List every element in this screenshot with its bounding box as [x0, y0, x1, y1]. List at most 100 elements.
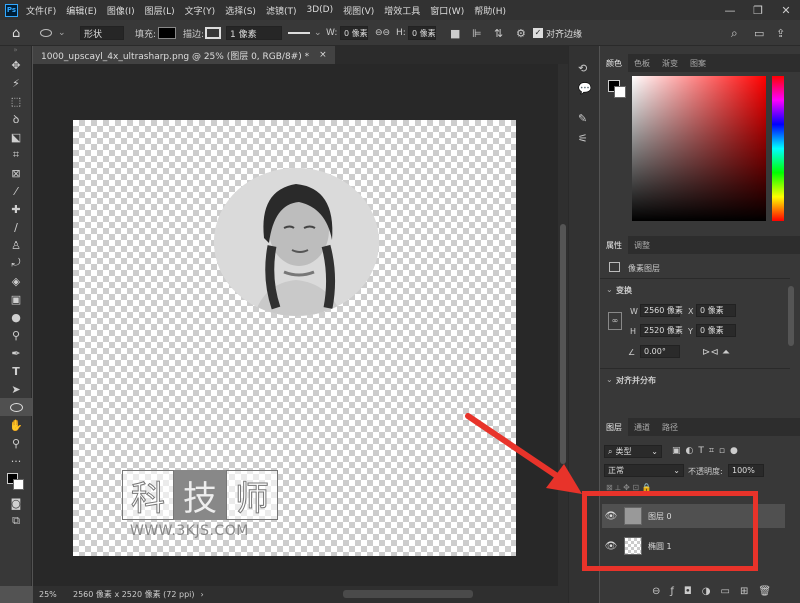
eraser-tool-icon[interactable]: ◈ — [0, 272, 32, 290]
history-brush-tool-icon[interactable]: ⤾ — [0, 254, 32, 272]
stroke-type-select[interactable]: ⌄ — [288, 25, 322, 41]
menu-help[interactable]: 帮助(H) — [474, 4, 506, 17]
color-picker-field[interactable] — [632, 76, 766, 221]
share-icon[interactable]: ⇪ — [776, 25, 785, 41]
ellipse-tool-icon[interactable] — [0, 398, 32, 416]
gradient-tool-icon[interactable]: ▣ — [0, 290, 32, 308]
link-dimensions-icon[interactable]: ∞ — [608, 312, 622, 330]
pixel-layer-icon — [609, 262, 620, 272]
layer-y-input[interactable]: 0 像素 — [696, 324, 736, 337]
screen-mode-icon[interactable]: ⧉ — [0, 512, 32, 530]
menu-select[interactable]: 选择(S) — [225, 4, 256, 17]
tab-gradients[interactable]: 渐变 — [656, 54, 684, 72]
toolbar-collapse-icon[interactable]: » — [0, 46, 31, 56]
width-label: W: — [326, 28, 338, 38]
path-alignment-icon[interactable]: ⊫ — [472, 25, 482, 41]
layer-width-input[interactable]: 2560 像素 — [640, 304, 683, 317]
ellipse-tool-preset[interactable]: ⌄ — [40, 25, 66, 41]
type-tool-icon[interactable]: T — [0, 362, 32, 380]
hue-slider[interactable] — [772, 76, 784, 221]
close-tab-icon[interactable]: × — [319, 50, 327, 60]
stroke-swatch[interactable] — [205, 25, 221, 41]
move-tool-icon[interactable]: ✥ — [0, 56, 32, 74]
menu-plugins[interactable]: 增效工具 — [384, 4, 420, 17]
brush-settings-icon[interactable]: ✎ — [578, 112, 587, 125]
adjust-icon[interactable]: ⚟ — [578, 132, 588, 145]
tab-color[interactable]: 颜色 — [600, 54, 628, 72]
more-tools-icon[interactable]: ··· — [0, 452, 32, 470]
blend-mode-select[interactable]: 正常 ⌄ — [604, 464, 684, 477]
document-tab[interactable]: 1000_upscayl_4x_ultrasharp.png @ 25% (图层… — [33, 46, 335, 64]
menu-image[interactable]: 图像(I) — [107, 4, 135, 17]
dodge-tool-icon[interactable]: ⚲ — [0, 326, 32, 344]
layer-x-input[interactable]: 0 像素 — [696, 304, 736, 317]
marquee-tool-icon[interactable]: ⬚ — [0, 92, 32, 110]
frame-tool-icon[interactable]: ⊠ — [0, 164, 32, 182]
menu-filter[interactable]: 滤镜(T) — [266, 4, 297, 17]
layer-actions-bar[interactable]: ⊖ƒ◘◑▭⊞🗑 — [652, 586, 781, 597]
align-edges-checkbox[interactable]: ✓ 对齐边缘 — [533, 25, 582, 41]
opacity-input[interactable]: 100% — [728, 464, 764, 477]
angle-input[interactable]: 0.00° — [640, 345, 680, 358]
flip-horizontal-icon[interactable]: ⊳⊲ — [702, 347, 719, 358]
magic-wand-tool-icon[interactable]: ⚡ — [0, 74, 32, 92]
brush-tool-icon[interactable]: ∕ — [0, 218, 32, 236]
layer-filter-icons[interactable]: ▣◐T⌗▫● — [672, 446, 743, 456]
fill-swatch[interactable] — [158, 25, 176, 41]
stamp-tool-icon[interactable]: ♙ — [0, 236, 32, 254]
tool-mode-select[interactable]: 形状 — [80, 26, 124, 40]
eyedropper-tool-icon[interactable]: ⁄ — [0, 182, 32, 200]
chevron-down-icon[interactable]: ⌄ — [606, 285, 613, 294]
zoom-level[interactable]: 25% — [39, 590, 67, 599]
stroke-width-input[interactable]: 1 像素 — [226, 26, 282, 40]
minimize-button[interactable]: — — [716, 0, 744, 20]
tab-swatches[interactable]: 色板 — [628, 54, 656, 72]
close-window-button[interactable]: ✕ — [772, 0, 800, 20]
tab-adjustments[interactable]: 调整 — [628, 236, 656, 254]
layer-height-input[interactable]: 2520 像素 — [640, 324, 683, 337]
maximize-button[interactable]: ❐ — [744, 0, 772, 20]
crop-tool-icon[interactable]: ⌗ — [0, 146, 32, 164]
layer-filter-select[interactable]: ⌕ 类型 ⌄ — [604, 445, 662, 458]
menu-view[interactable]: 视图(V) — [343, 4, 374, 17]
workspace-icon[interactable]: ▭ — [754, 25, 764, 41]
zoom-tool-icon[interactable]: ⚲ — [0, 434, 32, 452]
tab-paths[interactable]: 路径 — [656, 418, 684, 436]
home-icon[interactable]: ⌂ — [12, 25, 20, 41]
properties-scrollbar[interactable] — [788, 286, 794, 346]
flip-vertical-icon[interactable]: ⏶ — [722, 347, 730, 358]
menu-layer[interactable]: 图层(L) — [145, 4, 175, 17]
width-input[interactable]: 0 像素 — [340, 26, 368, 40]
path-select-tool-icon[interactable]: ➤ — [0, 380, 32, 398]
quick-select-tool-icon[interactable]: ⬕ — [0, 128, 32, 146]
tab-layers[interactable]: 图层 — [600, 418, 628, 436]
tab-channels[interactable]: 通道 — [628, 418, 656, 436]
menu-type[interactable]: 文字(Y) — [185, 4, 216, 17]
menu-file[interactable]: 文件(F) — [26, 4, 56, 17]
gear-icon[interactable]: ⚙ — [516, 25, 526, 41]
path-arrangement-icon[interactable]: ⇅ — [494, 25, 503, 41]
chevron-down-icon[interactable]: ⌄ — [606, 375, 613, 384]
menu-3d[interactable]: 3D(D) — [306, 5, 333, 15]
tab-properties[interactable]: 属性 — [600, 236, 628, 254]
pen-tool-icon[interactable]: ✒ — [0, 344, 32, 362]
menu-edit[interactable]: 编辑(E) — [66, 4, 97, 17]
hand-tool-icon[interactable]: ✋ — [0, 416, 32, 434]
status-arrow[interactable]: › — [201, 590, 204, 599]
search-icon[interactable]: ⌕ — [731, 25, 738, 41]
background-color-swatch[interactable] — [614, 86, 626, 98]
quick-mask-icon[interactable]: ◙ — [0, 494, 32, 512]
tab-patterns[interactable]: 图案 — [684, 54, 712, 72]
horizontal-scrollbar[interactable] — [343, 590, 473, 598]
path-operations-icon[interactable]: ■ — [450, 25, 460, 41]
blur-tool-icon[interactable]: ● — [0, 308, 32, 326]
healing-tool-icon[interactable]: ✚ — [0, 200, 32, 218]
properties-panel-header: 属性 调整 — [600, 236, 800, 254]
history-icon[interactable]: ⟲ — [578, 62, 587, 75]
comments-icon[interactable]: 💬 — [578, 82, 592, 95]
height-input[interactable]: 0 像素 — [408, 26, 436, 40]
menu-window[interactable]: 窗口(W) — [430, 4, 464, 17]
color-swatches[interactable] — [0, 470, 32, 494]
lasso-tool-icon[interactable]: ꝺ — [0, 110, 32, 128]
link-icon[interactable]: ⊖⊖ — [375, 25, 390, 41]
